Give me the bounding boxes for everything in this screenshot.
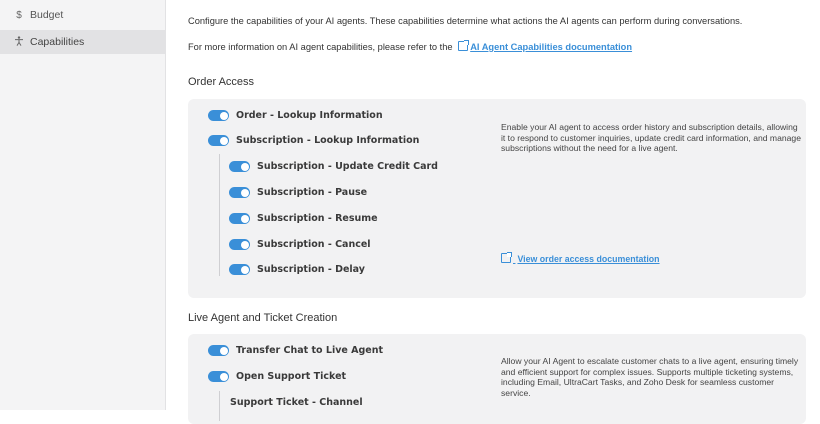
toggle-switch[interactable] — [208, 371, 229, 382]
external-link-icon — [501, 252, 512, 263]
capability-row: Order - Lookup Information — [208, 110, 383, 121]
dollar-icon: $ — [16, 9, 22, 21]
more-info-text: For more information on AI agent capabil… — [188, 40, 633, 52]
intro-text: Configure the capabilities of your AI ag… — [188, 16, 743, 26]
order-access-panel: Order - Lookup Information Subscription … — [188, 99, 806, 298]
section-title-live-agent: Live Agent and Ticket Creation — [188, 312, 338, 324]
figure-icon — [12, 35, 26, 49]
capabilities-doc-link[interactable]: AI Agent Capabilities documentation — [470, 42, 632, 52]
capability-row: Support Ticket - Channel — [230, 397, 363, 408]
indent-line — [219, 154, 220, 276]
capability-row: Subscription - Cancel — [229, 239, 371, 250]
sidebar-item-label: Budget — [30, 9, 64, 21]
toggle-switch[interactable] — [229, 239, 250, 250]
toggle-switch[interactable] — [229, 264, 250, 275]
toggle-switch[interactable] — [229, 187, 250, 198]
section-title-order-access: Order Access — [188, 76, 255, 88]
capability-row: Subscription - Lookup Information — [208, 135, 419, 146]
external-link-icon — [458, 40, 470, 51]
order-access-doc-link[interactable]: View order access documentation — [501, 252, 660, 264]
sidebar: $ Budget Capabilities — [0, 0, 166, 410]
capability-row: Subscription - Update Credit Card — [229, 161, 438, 172]
toggle-switch[interactable] — [208, 345, 229, 356]
toggle-switch[interactable] — [208, 135, 229, 146]
toggle-switch[interactable] — [229, 213, 250, 224]
sidebar-item-capabilities[interactable]: Capabilities — [0, 30, 165, 54]
toggle-switch[interactable] — [208, 110, 229, 121]
sidebar-item-label: Capabilities — [30, 36, 85, 48]
capability-row: Subscription - Delay — [229, 264, 365, 275]
sidebar-item-budget[interactable]: $ Budget — [0, 3, 165, 27]
toggle-switch[interactable] — [229, 161, 250, 172]
capability-row: Open Support Ticket — [208, 371, 346, 382]
order-access-description: Enable your AI agent to access order his… — [501, 122, 801, 153]
capability-row: Subscription - Pause — [229, 187, 367, 198]
live-agent-description: Allow your AI Agent to escalate customer… — [501, 356, 799, 398]
live-agent-panel: Transfer Chat to Live Agent Open Support… — [188, 334, 806, 424]
capability-row: Transfer Chat to Live Agent — [208, 345, 383, 356]
capability-row: Subscription - Resume — [229, 213, 378, 224]
indent-line — [219, 391, 220, 421]
